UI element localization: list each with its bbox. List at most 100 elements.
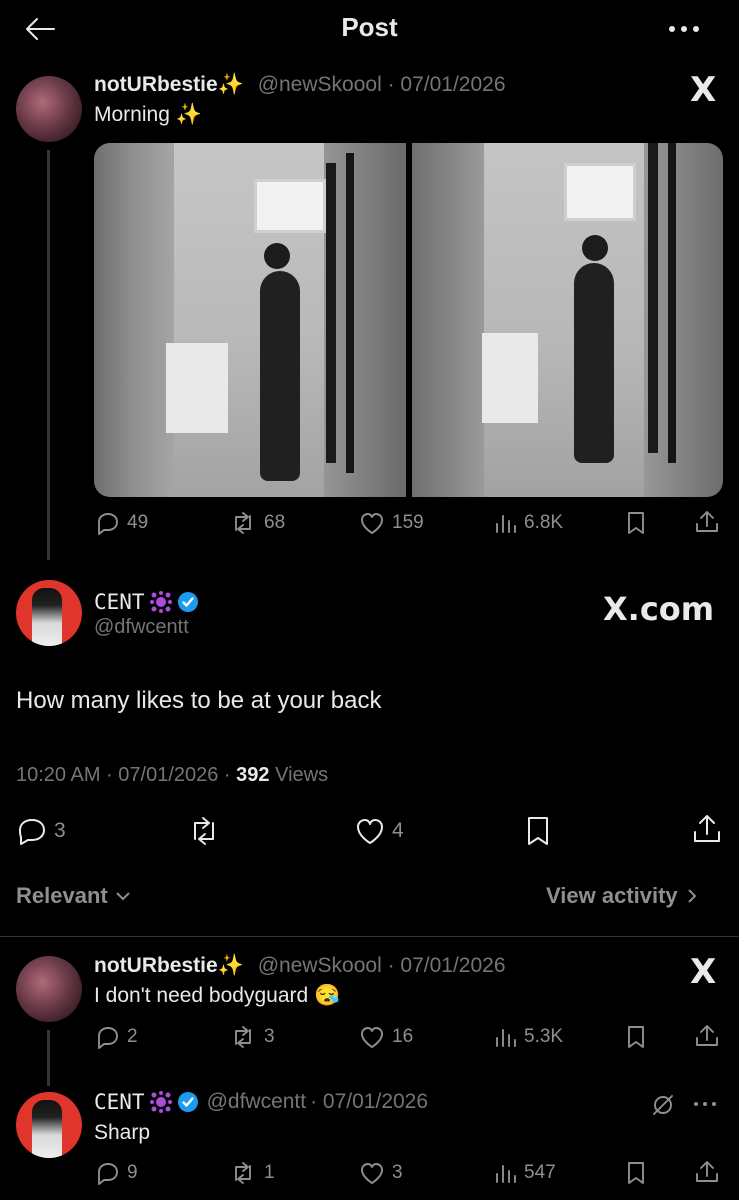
thread-line (47, 1030, 50, 1086)
views-count: 392 (236, 764, 270, 786)
like-count: 3 (392, 1162, 403, 1183)
handle[interactable]: @dfwcentt (207, 1090, 307, 1114)
bookmark-button[interactable] (524, 815, 552, 847)
share-icon (696, 511, 718, 532)
display-name[interactable]: notURbestie (94, 73, 218, 96)
share-button[interactable] (693, 1022, 721, 1050)
sort-dropdown[interactable]: Relevant (16, 883, 132, 909)
views-button[interactable]: 6.8K (492, 510, 563, 536)
repost-count: 3 (264, 1026, 275, 1047)
reply-button[interactable]: 9 (95, 1160, 138, 1186)
repost-icon (194, 817, 214, 845)
handle[interactable]: @newSkoool (258, 954, 382, 977)
handle[interactable]: @dfwcentt (94, 616, 189, 639)
handle[interactable]: @newSkoool (258, 73, 382, 96)
bookmark-button[interactable] (624, 1160, 648, 1186)
like-button[interactable]: 3 (358, 1160, 403, 1186)
avatar-cent[interactable] (16, 580, 82, 646)
repost-count: 68 (264, 512, 286, 533)
reply-button[interactable]: 2 (95, 1024, 138, 1050)
share-icon (694, 815, 720, 842)
view-activity-link[interactable]: View activity (546, 883, 698, 909)
verified-badge-icon (177, 592, 198, 612)
divider (0, 936, 739, 937)
share-button[interactable] (693, 1158, 721, 1186)
avatar-cent[interactable] (16, 1092, 82, 1158)
post-date: · 07/01/2026 (387, 73, 506, 96)
like-count: 4 (392, 819, 404, 842)
views-count: 547 (524, 1162, 556, 1183)
thread-line (47, 150, 50, 560)
display-name[interactable]: notURbestie (94, 954, 218, 977)
repost-button[interactable]: 68 (228, 510, 285, 536)
more-options-button[interactable] (664, 22, 704, 36)
chevron-right-icon (687, 889, 697, 903)
share-icon (696, 1161, 718, 1182)
chevron-down-icon (116, 892, 130, 901)
share-button[interactable] (690, 812, 724, 846)
repost-icon (235, 1162, 251, 1184)
views-button[interactable]: 547 (492, 1160, 556, 1186)
sparkle-emoji: ✨ (217, 73, 244, 96)
display-name-text: CENT (94, 590, 145, 614)
sort-label: Relevant (16, 883, 108, 908)
heart-icon (361, 1027, 383, 1048)
reply-button[interactable]: 3 (16, 816, 66, 846)
share-button[interactable] (693, 508, 721, 536)
views-count: 6.8K (524, 512, 564, 533)
reply-icon (19, 819, 45, 845)
post-text: How many likes to be at your back (16, 687, 382, 714)
bookmark-button[interactable] (624, 1024, 648, 1050)
post-text: Morning ✨ (94, 103, 202, 127)
reply-text: Sharp (94, 1121, 151, 1144)
like-count: 159 (392, 512, 424, 533)
repost-button[interactable]: 1 (228, 1160, 275, 1186)
views-icon (496, 1029, 516, 1047)
reply-icon (98, 1163, 118, 1185)
bookmark-icon (628, 1162, 644, 1184)
like-button[interactable]: 159 (358, 510, 424, 536)
views-icon (496, 515, 516, 533)
sleepy-emoji: 😪 (314, 984, 341, 1007)
photo-2[interactable] (411, 143, 723, 497)
grok-icon (653, 1095, 673, 1115)
display-name[interactable]: CENT (94, 1090, 145, 1114)
share-icon (696, 1025, 718, 1046)
bookmark-button[interactable] (624, 510, 648, 536)
reply-text: I don't need bodyguard 😪 (94, 984, 340, 1008)
reply-button[interactable]: 49 (95, 510, 148, 536)
sparkle-emoji: ✨ (175, 103, 202, 126)
reply-icon (98, 513, 118, 535)
sparkle-emoji: ✨ (217, 954, 244, 977)
heart-icon (361, 1163, 383, 1184)
like-button[interactable]: 16 (358, 1024, 413, 1050)
repost-icon (235, 512, 251, 534)
page-title: Post (341, 12, 398, 42)
post-text-content: Morning (94, 103, 170, 126)
heart-icon (357, 819, 383, 844)
view-activity-label: View activity (546, 883, 678, 908)
views-count: 5.3K (524, 1026, 564, 1047)
avatar-noturbestie[interactable] (16, 956, 82, 1022)
more-icon (669, 26, 699, 32)
avatar-noturbestie[interactable] (16, 76, 82, 142)
repost-button[interactable] (186, 815, 222, 847)
post-timestamp: 10:20 AM · 07/01/2026 · 392 Views (16, 764, 328, 787)
repost-button[interactable]: 3 (228, 1024, 275, 1050)
splat-emoji-icon (149, 1091, 172, 1113)
display-name[interactable]: CENT (94, 590, 199, 614)
views-button[interactable]: 5.3K (492, 1024, 563, 1050)
splat-emoji-icon (149, 591, 172, 613)
photo-1[interactable] (94, 143, 406, 497)
reply-text-content: I don't need bodyguard (94, 984, 309, 1007)
post-header: notURbestie✨ @newSkoool · 07/01/2026 (94, 954, 506, 978)
timestamp-text: 10:20 AM · 07/01/2026 · (16, 764, 237, 786)
grok-button[interactable] (650, 1092, 676, 1118)
more-options-button[interactable] (692, 1100, 718, 1108)
bookmark-icon (628, 1026, 644, 1048)
x-com-brand: X.com (603, 590, 715, 628)
repost-icon (235, 1026, 251, 1048)
like-button[interactable]: 4 (354, 816, 404, 846)
reply-count: 49 (127, 512, 149, 533)
repost-count: 1 (264, 1162, 275, 1183)
